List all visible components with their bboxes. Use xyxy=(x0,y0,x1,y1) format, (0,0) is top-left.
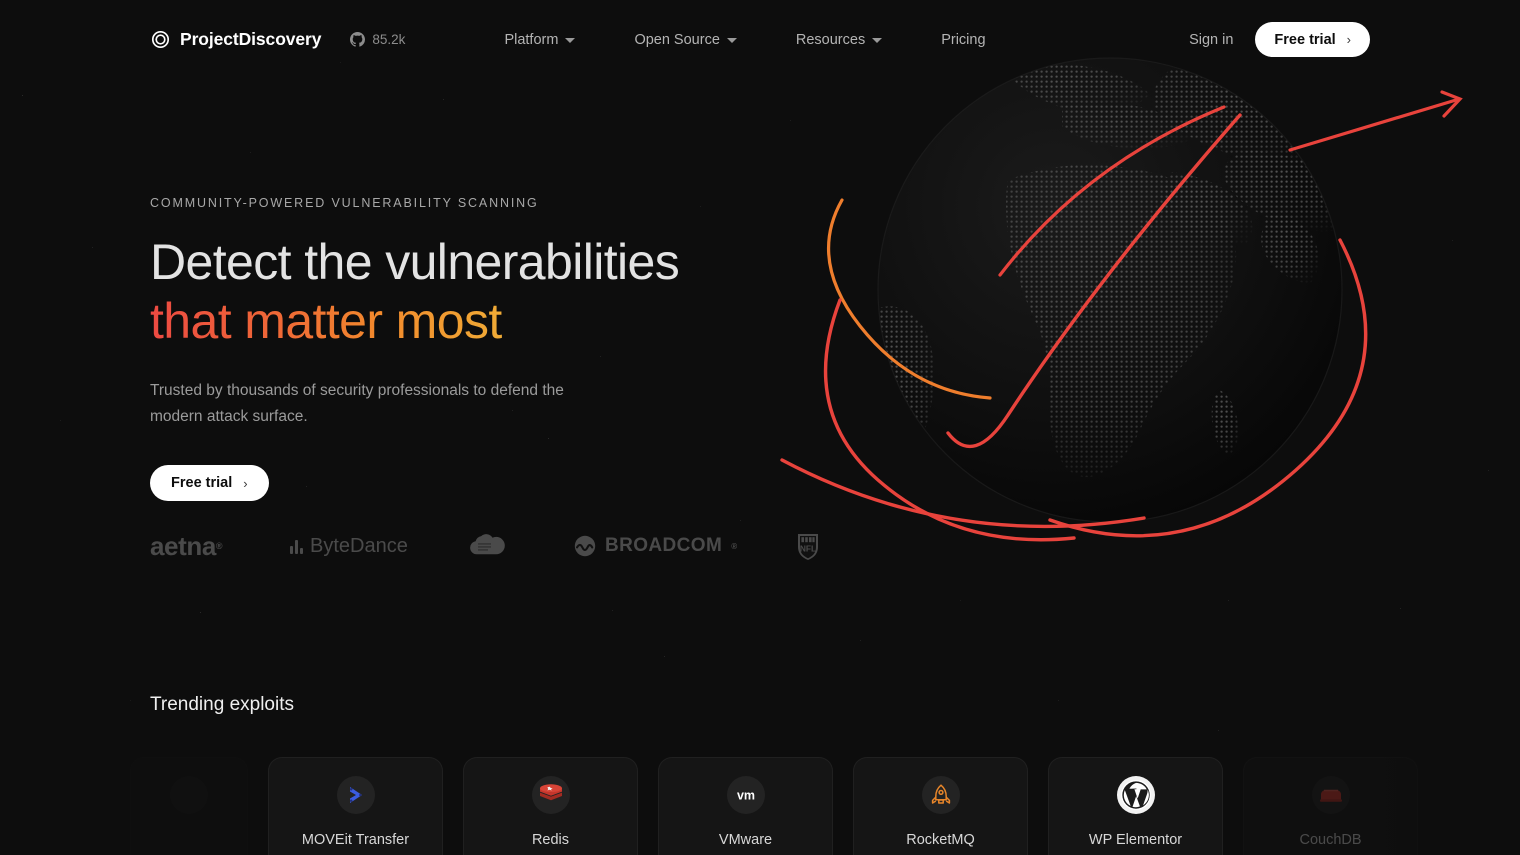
trending-exploits-title: Trending exploits xyxy=(150,694,294,715)
list-item[interactable]: RocketMQ xyxy=(853,757,1028,855)
star-dot xyxy=(664,656,666,658)
globe-landmass-dots xyxy=(878,60,1342,522)
nfl-shield-icon: NFL xyxy=(798,534,818,560)
free-trial-button-hero[interactable]: Free trial › xyxy=(150,465,269,501)
star-dot xyxy=(250,152,251,153)
nav-item-pricing[interactable]: Pricing xyxy=(941,26,985,54)
customer-logo-strip: aetna ® ByteDance BROADCOM ® NFL xyxy=(150,528,820,564)
card-label: RocketMQ xyxy=(906,832,975,848)
star-dot xyxy=(612,610,614,612)
svg-text:NFL: NFL xyxy=(800,544,816,554)
card-label: CouchDB xyxy=(1299,832,1362,848)
moveit-icon xyxy=(336,776,375,814)
salesforce-logo xyxy=(464,531,520,561)
chevron-down-icon xyxy=(565,38,576,43)
header-actions: Sign in Free trial › xyxy=(1189,22,1370,57)
nav-item-resources[interactable]: Resources xyxy=(795,26,883,54)
chevron-right-icon: › xyxy=(243,475,248,491)
salesforce-cloud-icon xyxy=(470,534,505,555)
spiral-logo-icon xyxy=(150,29,171,50)
star-dot xyxy=(1228,600,1230,602)
hero-subtitle: Trusted by thousands of security profess… xyxy=(150,382,564,425)
hero-section: COMMUNITY-POWERED VULNERABILITY SCANNING… xyxy=(150,196,870,501)
dotted-globe-graphic xyxy=(780,57,1463,542)
chevron-down-icon xyxy=(726,38,737,43)
list-item[interactable]: MOVEit Transfer xyxy=(268,757,443,855)
trajectory-arcs xyxy=(780,90,1463,542)
vmware-icon: vm xyxy=(726,776,765,814)
star-dot xyxy=(1218,730,1220,732)
github-stars[interactable]: 85.2k xyxy=(350,32,405,47)
star-dot xyxy=(860,640,862,642)
aetna-logo: aetna ® xyxy=(150,530,223,561)
wordpress-icon xyxy=(1116,776,1155,814)
bytedance-logo-text: ByteDance xyxy=(310,534,408,557)
broadcom-logo-text: BROADCOM xyxy=(605,535,723,556)
star-dot xyxy=(1452,240,1454,242)
nav-label: Platform xyxy=(504,31,559,48)
card-label: Redis xyxy=(531,832,570,848)
aetna-logo-text: aetna xyxy=(150,530,216,561)
list-item[interactable]: vm VMware xyxy=(658,757,833,855)
broadcom-logo: BROADCOM ® xyxy=(574,535,742,557)
partial-card-icon xyxy=(170,776,208,814)
free-trial-button-header[interactable]: Free trial › xyxy=(1255,22,1370,57)
redis-icon xyxy=(531,776,570,814)
star-dot xyxy=(200,612,202,614)
couchdb-icon xyxy=(1311,776,1350,814)
bytedance-logo: ByteDance xyxy=(290,535,410,558)
globe-sphere xyxy=(878,58,1342,522)
chevron-right-icon: › xyxy=(1346,32,1351,47)
card-label: MOVEit Transfer xyxy=(301,832,410,848)
chevron-down-icon xyxy=(872,38,883,43)
page-root: ProjectDiscovery 85.2k Platform Open Sou… xyxy=(0,0,1520,855)
main-nav: Platform Open Source Resources Pricing xyxy=(504,26,985,54)
github-icon xyxy=(350,32,366,47)
list-item[interactable]: Redis xyxy=(463,757,638,855)
star-dot xyxy=(790,120,792,122)
broadcom-mark-icon xyxy=(574,535,596,557)
star-dot xyxy=(1400,608,1402,610)
sign-in-link[interactable]: Sign in xyxy=(1189,32,1233,48)
bytedance-bars-icon xyxy=(290,539,303,554)
nav-label: Open Source xyxy=(634,31,720,48)
card-label: WP Elementor xyxy=(1088,832,1183,848)
star-dot xyxy=(960,600,961,601)
trending-exploits-carousel[interactable]: MOVEit Transfer Redis vm VMware RocketMQ… xyxy=(0,757,1520,855)
page-title: Detect the vulnerabilities that matter m… xyxy=(150,233,870,351)
svg-text:vm: vm xyxy=(736,789,754,803)
free-trial-label: Free trial xyxy=(171,475,233,491)
github-star-count: 85.2k xyxy=(372,32,406,47)
list-item[interactable] xyxy=(130,757,248,855)
brand-logo[interactable]: ProjectDiscovery xyxy=(150,29,322,50)
star-dot xyxy=(60,420,62,422)
list-item[interactable]: WP Elementor xyxy=(1048,757,1223,855)
carousel-fade-left xyxy=(0,757,150,855)
site-header: ProjectDiscovery 85.2k Platform Open Sou… xyxy=(0,0,1520,79)
nav-item-open-source[interactable]: Open Source xyxy=(634,26,737,54)
nfl-logo: NFL xyxy=(796,531,820,561)
headline-line-1: Detect the vulnerabilities xyxy=(150,234,680,290)
brand-name: ProjectDiscovery xyxy=(180,29,322,49)
rocketmq-icon xyxy=(921,776,960,814)
free-trial-label: Free trial xyxy=(1274,31,1336,48)
star-dot xyxy=(443,99,445,101)
trending-cards-row: MOVEit Transfer Redis vm VMware RocketMQ… xyxy=(130,757,1418,855)
star-dot xyxy=(1488,470,1490,472)
card-label: VMware xyxy=(718,832,773,848)
hero-eyebrow: COMMUNITY-POWERED VULNERABILITY SCANNING xyxy=(150,196,539,210)
star-dot xyxy=(130,700,131,701)
star-dot xyxy=(1300,160,1301,161)
star-dot xyxy=(1058,700,1060,702)
list-item[interactable]: CouchDB xyxy=(1243,757,1418,855)
nav-item-platform[interactable]: Platform xyxy=(504,26,576,54)
nav-label: Pricing xyxy=(941,31,986,48)
star-dot xyxy=(92,247,94,249)
star-dot xyxy=(22,95,24,97)
nav-label: Resources xyxy=(795,31,866,48)
star-dot xyxy=(740,520,742,522)
headline-line-2: that matter most xyxy=(150,293,502,349)
